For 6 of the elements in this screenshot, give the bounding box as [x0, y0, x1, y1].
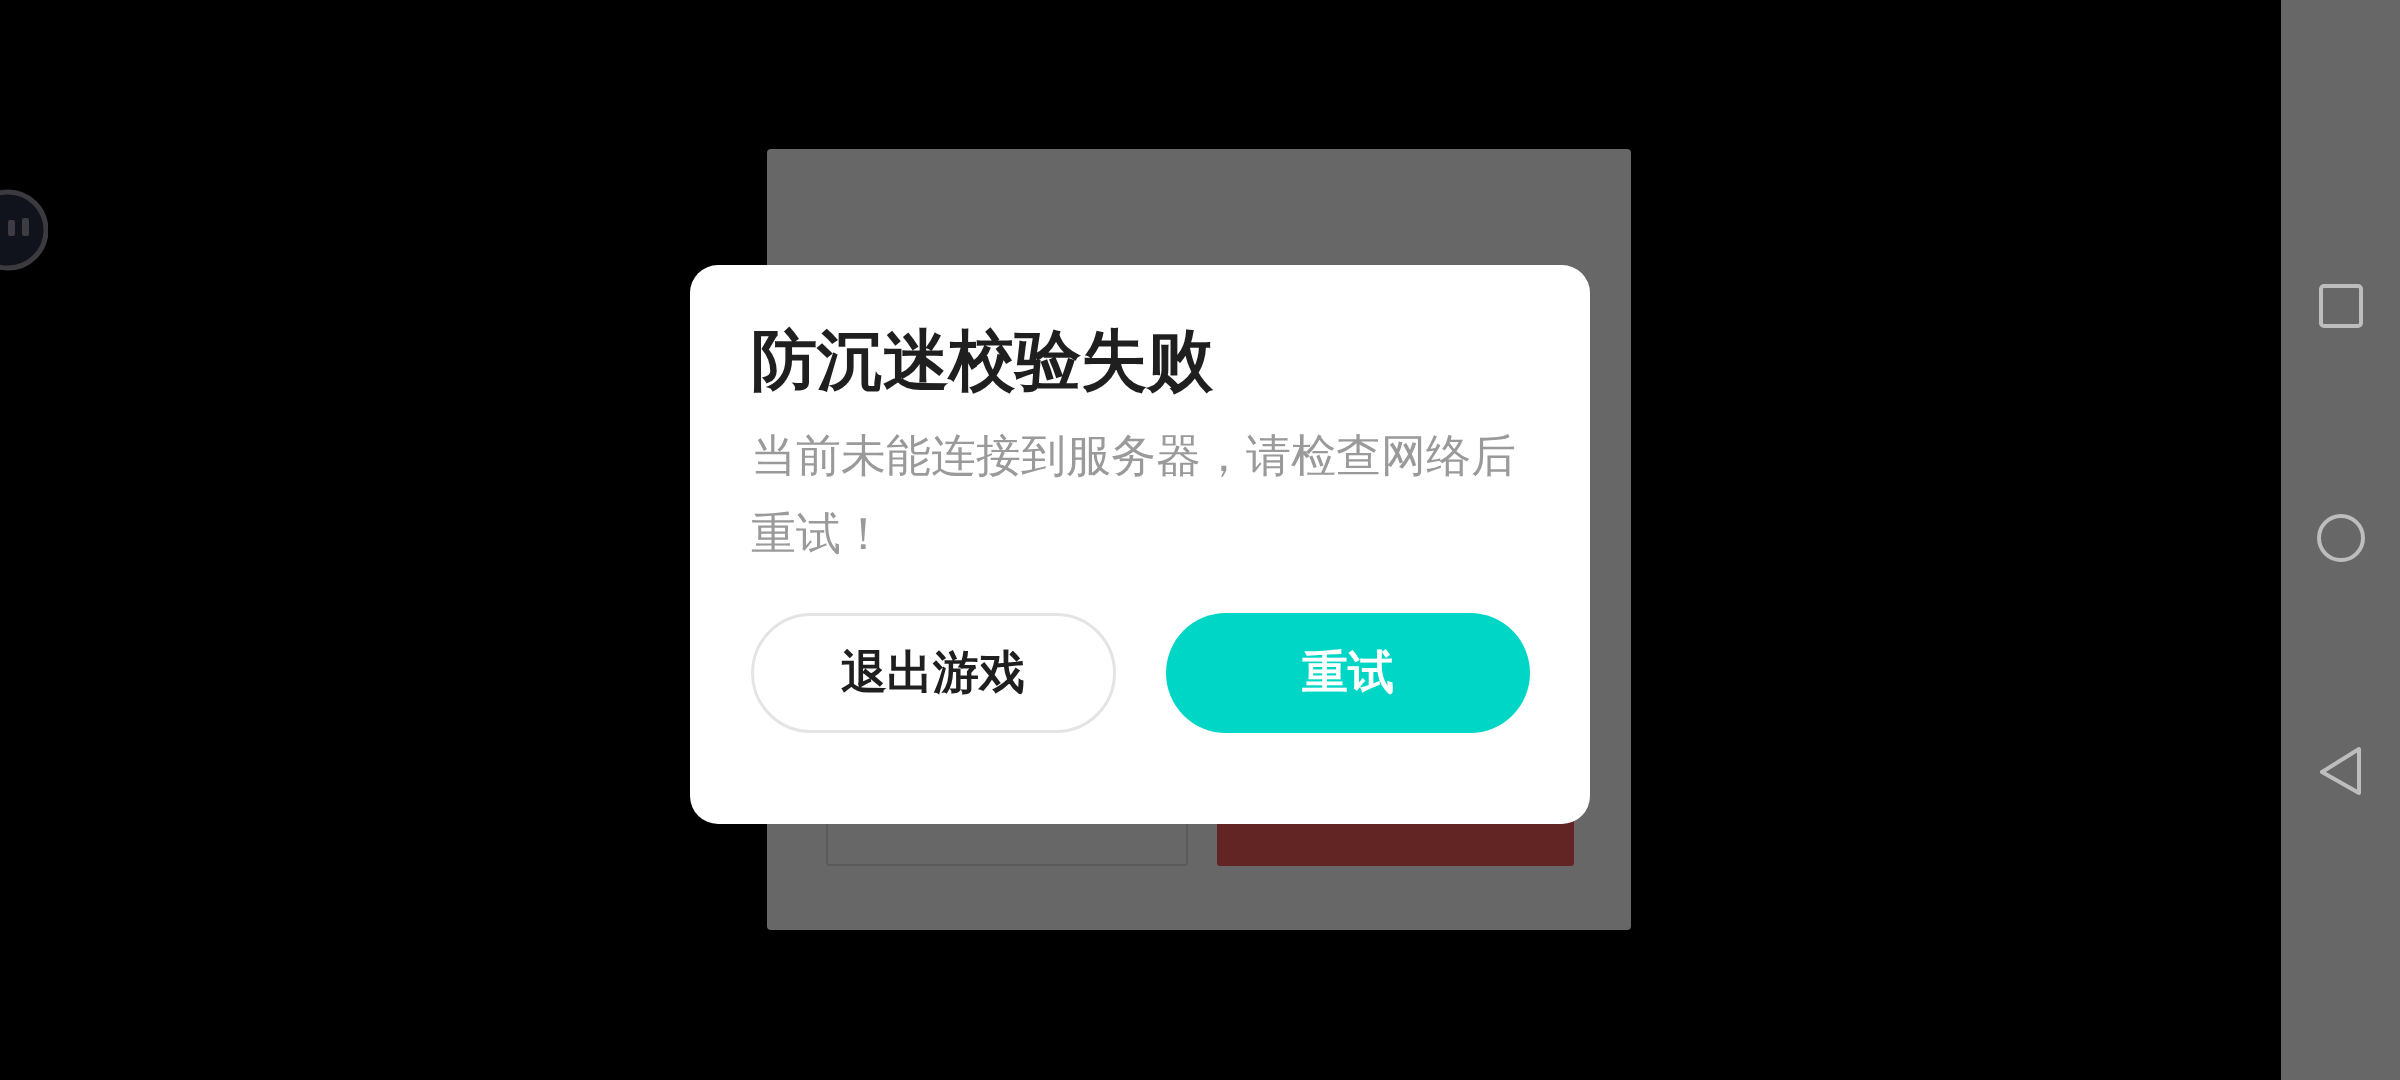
recents-icon[interactable] [2317, 283, 2364, 329]
back-icon[interactable] [2318, 746, 2363, 796]
exit-button[interactable]: 退出游戏 [751, 612, 1116, 733]
dialog-message: 当前未能连接到服务器，请检查网络后重试！ [751, 427, 1517, 562]
dialog-title: 防沉迷校验失败 [751, 323, 1213, 399]
home-icon[interactable] [2315, 512, 2366, 563]
